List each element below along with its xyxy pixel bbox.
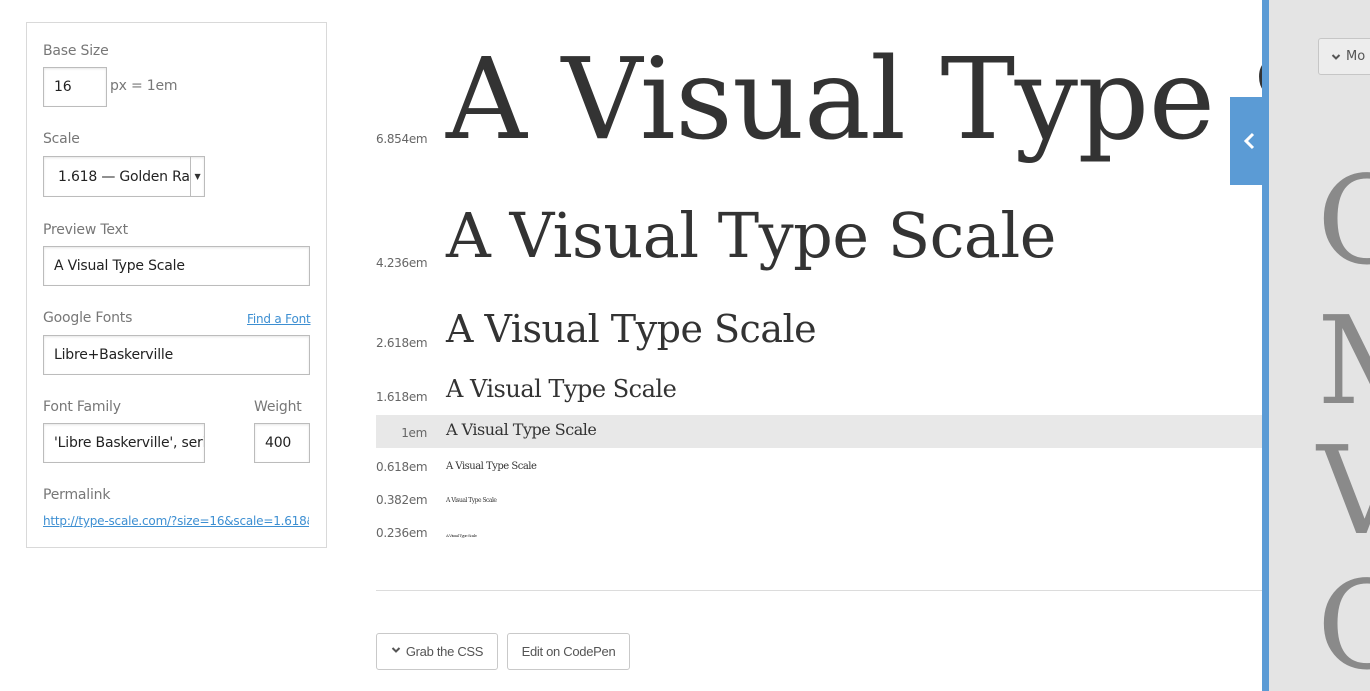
sample-0382: A Visual Type Scale: [446, 497, 497, 504]
scale-label-4236: 4.236em: [376, 256, 428, 270]
base-size-input[interactable]: 16: [43, 67, 107, 107]
scale-label-0382: 0.382em: [376, 493, 428, 507]
preview-letter: M: [1317, 300, 1370, 422]
chevron-down-icon: [1331, 52, 1341, 62]
chevron-down-icon: ▼: [190, 157, 204, 196]
preview-text-label: Preview Text: [43, 222, 128, 238]
side-preview-pane: Mo O M V O: [1269, 0, 1370, 691]
scale-label-1: 1em: [401, 426, 427, 440]
preview-letter: O: [1317, 150, 1370, 292]
sample-0236: A Visual Type Scale: [446, 533, 477, 538]
font-family-label: Font Family: [43, 399, 121, 415]
scale-label-2618: 2.618em: [376, 336, 428, 350]
scale-label-6854: 6.854em: [376, 132, 428, 146]
weight-label: Weight: [254, 399, 302, 415]
preview-letter: O: [1317, 555, 1370, 691]
permalink-link[interactable]: http://type-scale.com/?size=16&scale=1.6…: [43, 514, 309, 528]
permalink-label: Permalink: [43, 487, 111, 503]
divider: [376, 590, 1262, 591]
chevron-left-icon: [1243, 132, 1257, 150]
find-font-link[interactable]: Find a Font: [247, 312, 311, 326]
scale-label-0618: 0.618em: [376, 460, 428, 474]
sample-2618: A Visual Type Scale: [446, 307, 817, 351]
edit-codepen-label: Edit on CodePen: [521, 644, 616, 659]
chevron-down-icon: [391, 645, 401, 658]
settings-panel: Base Size 16 px = 1em Scale 1.618 — Gold…: [26, 22, 327, 548]
scale-label-0236: 0.236em: [376, 526, 428, 540]
scale-label: Scale: [43, 131, 80, 147]
sample-4236: A Visual Type Scale: [446, 199, 1056, 272]
collapse-panel-toggle[interactable]: [1230, 97, 1269, 185]
more-button-label: Mo: [1346, 49, 1366, 64]
preview-letter: V: [1317, 420, 1370, 562]
scale-label-1618: 1.618em: [376, 390, 428, 404]
grab-css-button[interactable]: Grab the CSS: [376, 633, 498, 670]
sample-1618: A Visual Type Scale: [446, 375, 677, 403]
edit-codepen-button[interactable]: Edit on CodePen: [507, 633, 630, 670]
grab-css-label: Grab the CSS: [405, 644, 484, 659]
google-fonts-input[interactable]: Libre+Baskerville: [43, 335, 310, 375]
preview-text-input[interactable]: A Visual Type Scale: [43, 246, 310, 286]
google-fonts-label: Google Fonts: [43, 310, 133, 326]
weight-input[interactable]: 400: [254, 423, 310, 463]
font-family-input[interactable]: 'Libre Baskerville', serif: [43, 423, 205, 463]
scale-select[interactable]: 1.618 — Golden Ratio ▼: [43, 156, 205, 197]
sample-1: A Visual Type Scale: [446, 420, 597, 439]
base-size-label: Base Size: [43, 43, 109, 59]
base-size-unit: px = 1em: [110, 78, 178, 94]
sample-0618: A Visual Type Scale: [446, 461, 537, 472]
scale-select-value: 1.618 — Golden Ratio: [58, 168, 190, 185]
more-button[interactable]: Mo: [1318, 38, 1370, 75]
